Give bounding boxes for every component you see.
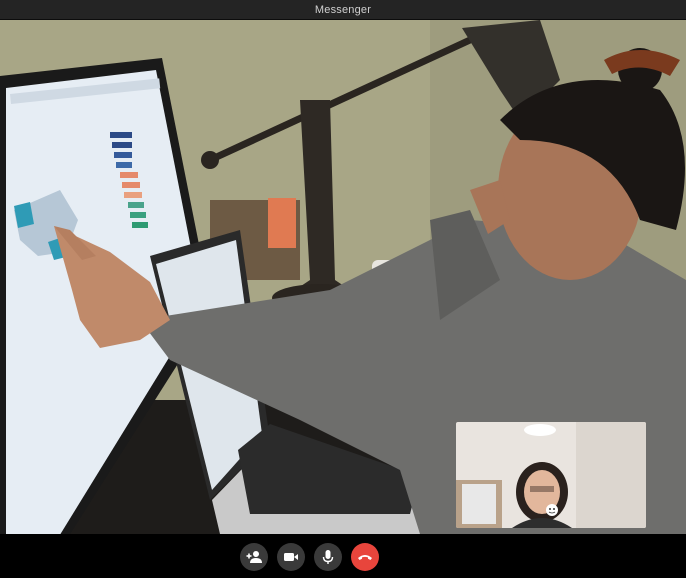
call-controls — [0, 534, 686, 578]
messenger-window: Messenger — [0, 0, 686, 578]
add-person-button[interactable] — [240, 543, 268, 571]
self-view-scene — [456, 422, 646, 528]
mic-toggle-button[interactable] — [314, 543, 342, 571]
self-view-video[interactable] — [456, 422, 646, 528]
window-title: Messenger — [314, 4, 372, 16]
microphone-icon — [322, 550, 334, 564]
video-toggle-button[interactable] — [277, 543, 305, 571]
end-call-button[interactable] — [351, 543, 379, 571]
title-bar: Messenger — [0, 0, 686, 20]
video-camera-icon — [284, 553, 298, 561]
add-person-icon — [246, 551, 262, 563]
remote-video — [0, 20, 686, 534]
hang-up-icon — [358, 555, 372, 560]
